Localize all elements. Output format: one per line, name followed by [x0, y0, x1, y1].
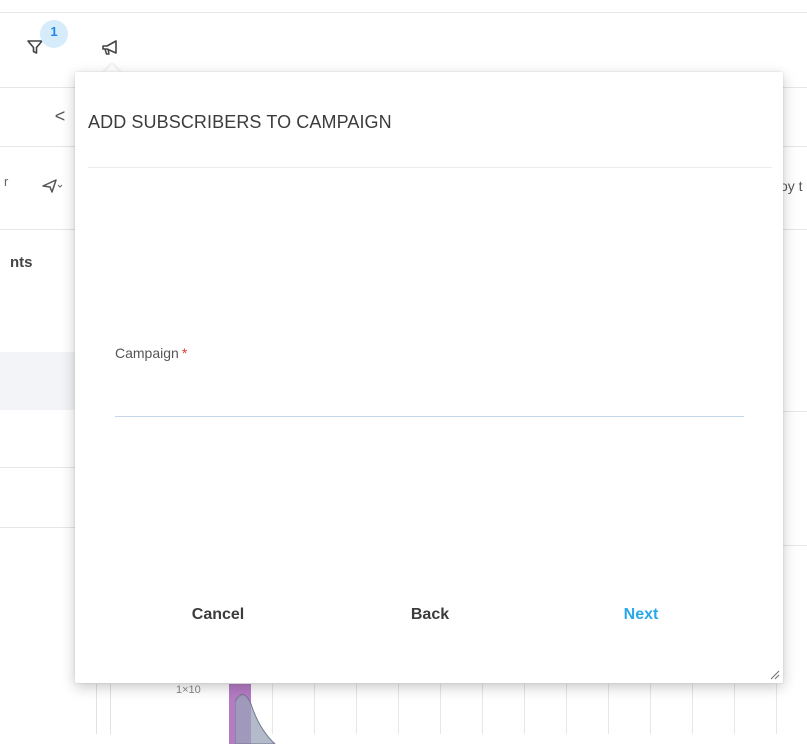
dialog-title-divider — [88, 167, 772, 168]
chart-grid-line — [734, 684, 735, 734]
bg-divider — [783, 87, 807, 88]
bg-divider — [783, 229, 807, 230]
cancel-button[interactable]: Cancel — [148, 596, 288, 634]
bg-divider — [783, 411, 807, 412]
bg-divider — [0, 87, 75, 88]
chart-frame-line — [96, 684, 97, 734]
chart-frame-line — [110, 684, 111, 734]
chart-grid-line — [608, 684, 609, 734]
chart-grid-line — [398, 684, 399, 734]
required-marker: * — [181, 345, 188, 361]
campaign-field-label: Campaign * — [115, 345, 187, 361]
chart-grid-line — [692, 684, 693, 734]
campaign-label-text: Campaign — [115, 345, 179, 361]
campaign-input[interactable] — [115, 372, 744, 417]
megaphone-icon — [102, 40, 117, 55]
send-tool-button[interactable] — [40, 176, 64, 196]
bg-section-label: nts — [10, 254, 33, 271]
bg-tool-text: r — [4, 174, 9, 189]
chart-grid-line — [440, 684, 441, 734]
chart-grid-line — [650, 684, 651, 734]
back-chevron-button[interactable]: < — [52, 104, 68, 128]
chevron-left-icon: < — [54, 105, 66, 126]
filter-count-badge: 1 — [40, 20, 68, 48]
bg-divider — [783, 545, 807, 546]
chart-grid-line — [314, 684, 315, 734]
chart-grid-line — [776, 684, 777, 734]
bg-divider — [0, 527, 75, 528]
chart-axis-label: 1×10 — [176, 684, 201, 696]
add-subscribers-dialog: ADD SUBSCRIBERS TO CAMPAIGN Campaign * Ca… — [75, 72, 783, 683]
chart-grid-line — [482, 684, 483, 734]
back-button[interactable]: Back — [360, 596, 500, 634]
bg-selected-row[interactable] — [0, 352, 76, 410]
top-toolbar: 1 — [0, 0, 807, 80]
toolbar-top-border — [0, 12, 807, 13]
send-icon — [42, 179, 63, 193]
bg-divider — [783, 146, 807, 147]
dialog-title: ADD SUBSCRIBERS TO CAMPAIGN — [88, 112, 392, 132]
chart-grid-line — [356, 684, 357, 734]
chart-grid-line — [524, 684, 525, 734]
bg-divider — [0, 467, 75, 468]
bg-clipped-text: oy t — [780, 178, 803, 194]
resize-handle-icon[interactable] — [765, 665, 781, 681]
campaign-button[interactable] — [98, 36, 124, 60]
bg-divider — [0, 146, 75, 147]
bg-divider — [0, 229, 75, 230]
chart-grid-line — [566, 684, 567, 734]
next-button[interactable]: Next — [571, 596, 711, 634]
chart-density-curve — [235, 694, 276, 744]
